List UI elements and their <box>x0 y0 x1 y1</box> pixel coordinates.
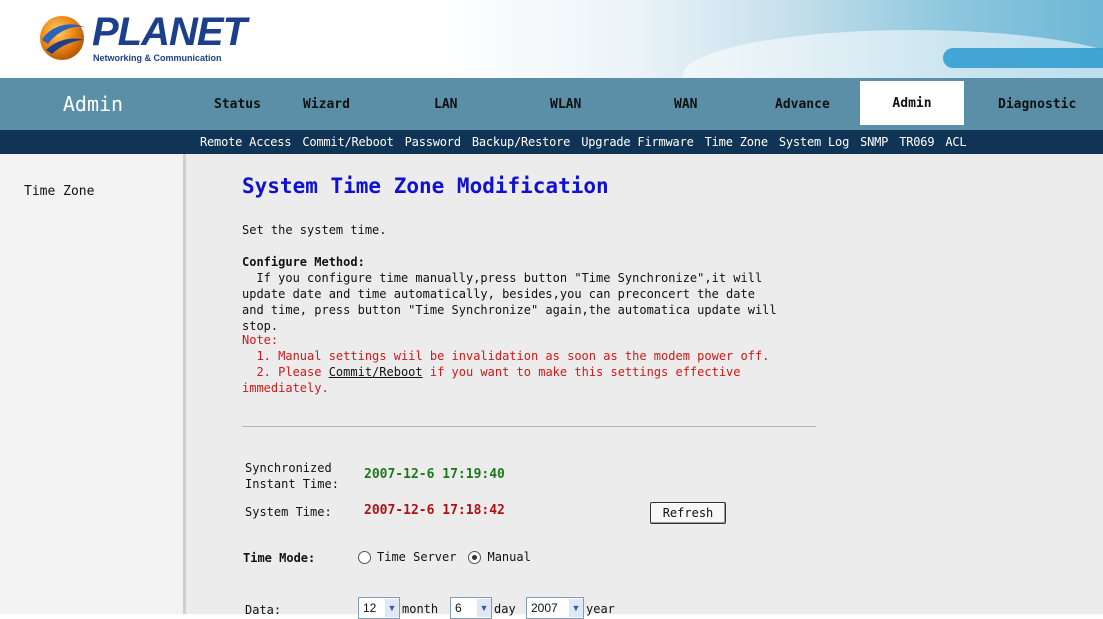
manual-radio[interactable] <box>468 550 482 564</box>
tab-wlan[interactable]: WLAN <box>550 78 581 130</box>
sub-nav: Remote Access Commit/Reboot Password Bac… <box>0 130 1103 154</box>
month-select[interactable]: 12 ▼ <box>358 597 400 619</box>
intro-text: Set the system time. <box>242 223 387 237</box>
time-mode-options: Time Server Manual <box>358 550 543 564</box>
time-server-label: Time Server <box>377 550 457 564</box>
divider <box>242 426 816 427</box>
tab-diagnostic[interactable]: Diagnostic <box>998 78 1076 130</box>
section-title: Admin <box>62 92 124 116</box>
page-title: System Time Zone Modification <box>242 174 609 198</box>
note-line-2-pre: 2. Please <box>242 365 329 379</box>
month-value: 12 <box>363 601 377 615</box>
nav-tabs: Status Wizard LAN WLAN WAN Advance Admin… <box>186 78 1103 130</box>
subnav-remote-access[interactable]: Remote Access <box>200 135 292 149</box>
day-value: 6 <box>455 601 462 615</box>
date-label: Data: <box>245 603 282 617</box>
brand-name: PLANET <box>92 10 247 54</box>
chevron-down-icon: ▼ <box>477 599 491 617</box>
banner-swoosh-accent <box>943 48 1103 68</box>
subnav-tr069[interactable]: TR069 <box>899 135 934 149</box>
subnav-upgrade-firmware[interactable]: Upgrade Firmware <box>581 135 694 149</box>
brand-tagline: Networking & Communication <box>93 53 222 63</box>
time-server-radio[interactable] <box>358 550 371 564</box>
year-select[interactable]: 2007 ▼ <box>526 597 584 619</box>
note-line-3: immediately. <box>242 381 329 395</box>
tab-lan[interactable]: LAN <box>434 78 457 130</box>
tab-admin[interactable]: Admin <box>860 81 964 125</box>
planet-globe-icon <box>40 16 86 60</box>
note-line-2-post: if you want to make this settings effect… <box>422 365 741 379</box>
subnav-commit-reboot[interactable]: Commit/Reboot <box>302 135 394 149</box>
tab-status[interactable]: Status <box>214 78 261 130</box>
day-select[interactable]: 6 ▼ <box>450 597 492 619</box>
planet-logo: PLANET Networking & Communication <box>36 10 247 66</box>
tab-wan[interactable]: WAN <box>674 78 697 130</box>
main-nav: Admin Status Wizard LAN WLAN WAN Advance… <box>0 78 1103 130</box>
subnav-system-log[interactable]: System Log <box>779 135 849 149</box>
note-block: Note: 1. Manual settings wiil be invalid… <box>242 332 769 396</box>
refresh-button[interactable]: Refresh <box>650 502 726 524</box>
sync-time-label-1: Synchronized <box>245 461 332 475</box>
subnav-password[interactable]: Password <box>405 135 461 149</box>
year-value: 2007 <box>531 601 558 615</box>
tab-wizard[interactable]: Wizard <box>303 78 350 130</box>
chevron-down-icon: ▼ <box>569 599 583 617</box>
system-time-label: System Time: <box>245 505 332 519</box>
subnav-time-zone[interactable]: Time Zone <box>705 135 768 149</box>
note-heading: Note: <box>242 333 279 347</box>
sync-time-label-2: Instant Time: <box>245 477 339 491</box>
sidebar-item-time-zone[interactable]: Time Zone <box>24 184 94 199</box>
commit-reboot-link[interactable]: Commit/Reboot <box>329 365 423 379</box>
subnav-snmp[interactable]: SNMP <box>860 135 888 149</box>
time-mode-label: Time Mode: <box>243 551 316 565</box>
configure-body: If you configure time manually,press but… <box>242 271 777 333</box>
main-content: System Time Zone Modification Set the sy… <box>186 154 1103 619</box>
configure-heading: Configure Method: <box>242 255 365 269</box>
manual-label: Manual <box>487 550 531 564</box>
system-time-value: 2007-12-6 17:18:42 <box>364 503 505 518</box>
sync-time-value: 2007-12-6 17:19:40 <box>364 467 505 482</box>
subnav-backup-restore[interactable]: Backup/Restore <box>472 135 571 149</box>
tab-advance[interactable]: Advance <box>775 78 830 130</box>
subnav-acl[interactable]: ACL <box>945 135 966 149</box>
chevron-down-icon: ▼ <box>385 599 399 617</box>
sidebar: Time Zone <box>0 154 186 614</box>
note-line-1: 1. Manual settings wiil be invalidation … <box>242 349 770 363</box>
header-banner: PLANET Networking & Communication <box>0 0 1103 78</box>
